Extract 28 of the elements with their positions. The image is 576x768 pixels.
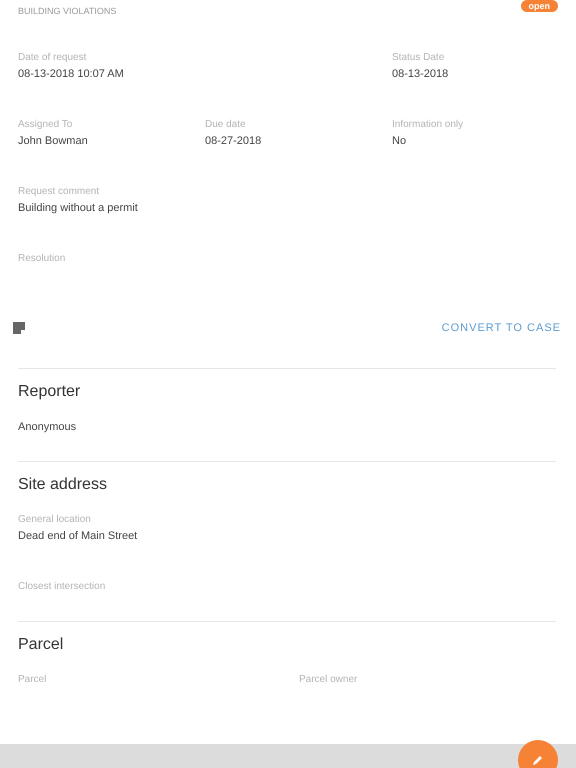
field-label: Request comment — [18, 186, 100, 197]
pencil-icon — [532, 754, 544, 766]
section-title: Parcel — [18, 636, 64, 654]
field-value: 08-27-2018 — [205, 135, 262, 147]
note-icon[interactable] — [12, 321, 26, 335]
section-title: Reporter — [18, 383, 82, 401]
field-label: Resolution — [18, 253, 66, 264]
field-value: No — [392, 135, 408, 147]
field-label: Information only — [392, 119, 464, 130]
field-label: Due date — [205, 119, 247, 130]
status-badge: open — [520, 0, 558, 12]
field-label: Date of request — [18, 52, 88, 63]
field-label: Status Date — [392, 52, 446, 63]
field-label: Parcel — [18, 674, 48, 685]
field-label: Parcel owner — [299, 674, 358, 685]
convert-to-case-button[interactable]: CONVERT TO CASE — [442, 322, 561, 334]
field-value: Anonymous — [18, 421, 78, 433]
field-label: Assigned To — [18, 119, 74, 130]
field-label: Closest intersection — [18, 581, 106, 592]
section-title: Site address — [18, 476, 108, 494]
field-value: John Bowman — [18, 135, 89, 147]
field-value: 08-13-2018 10:07 AM — [18, 68, 125, 80]
edit-button[interactable] — [518, 740, 558, 768]
category-label: BUILDING VIOLATIONS — [18, 6, 116, 16]
field-label: General location — [18, 514, 92, 525]
field-value: 08-13-2018 — [392, 68, 450, 80]
field-value: Dead end of Main Street — [18, 530, 138, 542]
field-value: Building without a permit — [18, 202, 139, 214]
